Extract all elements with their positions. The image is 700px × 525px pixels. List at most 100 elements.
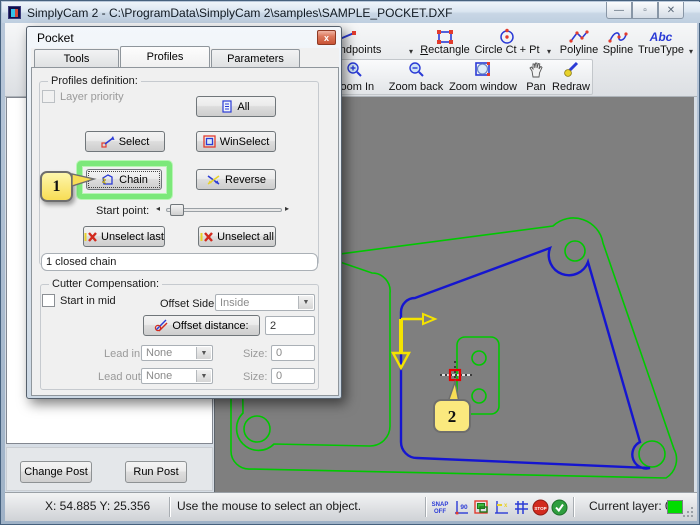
circle-icon xyxy=(498,28,516,44)
polyline-icon xyxy=(568,28,590,44)
offset-distance-field[interactable]: 2 xyxy=(265,316,315,335)
toolbar-button-label: Pan xyxy=(526,81,546,93)
lead-out-value: None xyxy=(146,370,173,382)
start-direction-arrows xyxy=(391,312,438,371)
toolbar-button-label: Redraw xyxy=(552,81,590,93)
lead-in-combo[interactable]: None ▼ xyxy=(141,345,213,361)
svg-text:STOP: STOP xyxy=(534,506,546,511)
offset-side-combo[interactable]: Inside ▼ xyxy=(215,294,315,311)
callout-2: 2 xyxy=(433,379,471,433)
toolbar-button-label: Spline xyxy=(602,44,634,56)
chevron-down-icon: ▾ xyxy=(546,47,551,56)
all-button[interactable]: All xyxy=(196,96,276,117)
close-icon: x xyxy=(323,32,329,43)
toolbar-button-label: Rectangle xyxy=(420,44,470,56)
circle-dropdown[interactable]: ▾ xyxy=(543,25,555,56)
callout-2-number: 2 xyxy=(448,407,457,426)
svg-text:x: x xyxy=(504,503,508,509)
select-button[interactable]: Select xyxy=(85,131,165,152)
select-icon xyxy=(101,136,115,148)
toolbar-truetype-button[interactable]: Abc TrueType xyxy=(637,25,685,56)
layer-priority-label: Layer priority xyxy=(60,91,124,103)
winselect-icon xyxy=(203,135,216,148)
run-post-button[interactable]: Run Post xyxy=(125,461,187,483)
bolt-hole-bottom-left xyxy=(243,415,271,443)
unselect-last-button[interactable]: Unselect last xyxy=(83,226,165,247)
lead-in-value: None xyxy=(146,347,173,359)
toolbar-redraw-button[interactable]: Redraw xyxy=(549,61,593,94)
bolt-hole-top-right xyxy=(564,240,586,262)
tab-tools[interactable]: Tools xyxy=(34,49,119,67)
callout-1: 1 xyxy=(40,171,73,202)
status-bar: X: 54.885 Y: 25.356 Use the mouse to sel… xyxy=(5,492,697,521)
select-mode-toggle-icon[interactable] xyxy=(473,499,490,516)
truetype-dropdown[interactable]: ▾ xyxy=(686,25,696,56)
toolbar-zoom-back-button[interactable]: Zoom back xyxy=(387,61,445,94)
layer-color-swatch[interactable] xyxy=(667,500,683,514)
toolbar-polyline-button[interactable]: Polyline xyxy=(556,25,602,56)
app-window: SimplyCam 2 - C:\ProgramData\SimplyCam 2… xyxy=(0,0,700,525)
line-endpoints-dropdown[interactable]: ▾ xyxy=(405,25,417,56)
slider-left-arrow[interactable]: ◂ xyxy=(156,204,160,213)
cursor-coordinates: X: 54.885 Y: 25.356 xyxy=(45,499,151,513)
dialog-close-button[interactable]: x xyxy=(317,30,336,45)
lead-out-combo[interactable]: None ▼ xyxy=(141,368,213,384)
toolbar-zoom-window-button[interactable]: Zoom window xyxy=(447,61,519,94)
grid-toggle-icon[interactable] xyxy=(513,499,530,516)
toolbar-spline-button[interactable]: Spline xyxy=(600,25,636,56)
resize-grip[interactable] xyxy=(682,506,695,519)
pocket-dialog[interactable]: Pocket x Tools Profiles Parameters Profi… xyxy=(26,26,342,399)
tab-parameters[interactable]: Parameters xyxy=(211,49,300,67)
spline-icon xyxy=(607,28,629,44)
chain-icon xyxy=(101,174,113,185)
title-bar[interactable]: SimplyCam 2 - C:\ProgramData\SimplyCam 2… xyxy=(2,2,700,23)
ok-icon[interactable] xyxy=(551,499,568,516)
ortho-90-toggle-icon[interactable]: 90 xyxy=(453,499,470,516)
stop-icon[interactable]: STOP xyxy=(532,499,549,516)
chevron-down-icon[interactable]: ▼ xyxy=(196,370,211,382)
reverse-icon xyxy=(207,174,220,185)
offset-distance-icon xyxy=(155,319,168,332)
pan-hand-icon xyxy=(528,61,544,81)
change-post-button[interactable]: Change Post xyxy=(20,461,92,483)
lead-out-label: Lead out: xyxy=(98,371,144,383)
chain-status-field: 1 closed chain xyxy=(41,253,318,271)
tab-profiles[interactable]: Profiles xyxy=(120,46,210,67)
reverse-button[interactable]: Reverse xyxy=(196,169,276,190)
close-window-button[interactable]: ✕ xyxy=(658,2,684,19)
svg-text:OFF: OFF xyxy=(434,509,446,515)
status-message: Use the mouse to select an object. xyxy=(177,499,362,513)
start-in-mid-checkbox[interactable] xyxy=(42,294,55,307)
zoom-window-icon xyxy=(474,61,492,81)
minimize-button[interactable]: — xyxy=(606,2,632,19)
chevron-down-icon: ▾ xyxy=(688,47,693,56)
unselect-icon xyxy=(84,231,97,242)
restore-button[interactable]: ▫ xyxy=(632,2,658,19)
lead-out-size-field[interactable]: 0 xyxy=(271,368,315,384)
toolbar-button-label: TrueType xyxy=(637,44,685,56)
offset-distance-button[interactable]: Offset distance: xyxy=(143,315,260,336)
winselect-button[interactable]: WinSelect xyxy=(196,131,276,152)
svg-text:SNAP: SNAP xyxy=(432,502,448,508)
callout-1-tail xyxy=(71,173,97,187)
toolbar-rectangle-button[interactable]: Rectangle xyxy=(419,25,471,56)
island-hole-bottom xyxy=(471,388,487,404)
slider-thumb[interactable] xyxy=(170,204,184,216)
axes-toggle-icon[interactable]: x xyxy=(493,499,510,516)
app-icon xyxy=(8,6,21,19)
bolt-hole-bottom-right xyxy=(638,440,666,468)
callout-1-number: 1 xyxy=(52,177,61,195)
slider-right-arrow[interactable]: ▸ xyxy=(285,204,289,213)
toolbar-circle-ct-pt-button[interactable]: Circle Ct + Pt xyxy=(471,25,543,56)
truetype-abc-icon: Abc xyxy=(649,30,673,44)
lead-in-size-label: Size: xyxy=(243,348,268,360)
chevron-down-icon[interactable]: ▼ xyxy=(298,296,313,309)
lead-in-size-field[interactable]: 0 xyxy=(271,345,315,361)
unselect-all-button[interactable]: Unselect all xyxy=(198,226,276,247)
post-buttons-panel: Change Post Run Post xyxy=(6,447,213,491)
zoom-back-icon xyxy=(408,61,425,81)
snap-off-toggle-icon[interactable]: SNAP OFF xyxy=(432,499,449,516)
layer-priority-checkbox[interactable] xyxy=(42,90,55,103)
toolbar-pan-button[interactable]: Pan xyxy=(521,61,551,94)
chevron-down-icon[interactable]: ▼ xyxy=(196,347,211,359)
